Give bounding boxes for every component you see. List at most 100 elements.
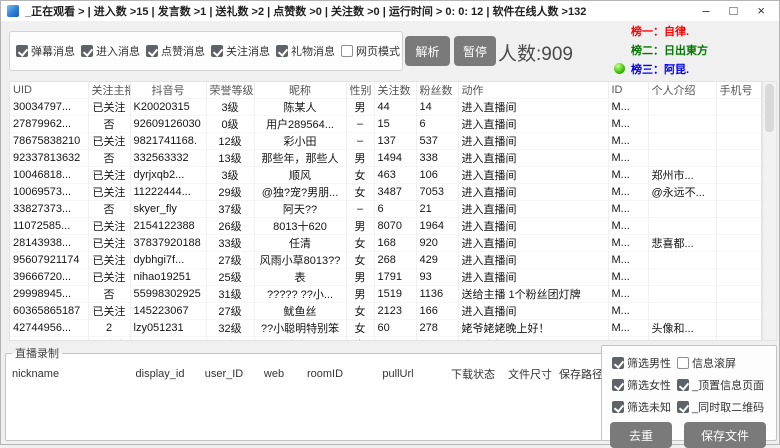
table-cell: 进入直播间 (458, 235, 608, 252)
leaderboard-line: 榜二：日出東方 (631, 40, 708, 59)
record-panel: 直播录制 nicknamedisplay_iduser_IDwebroomIDp… (5, 345, 611, 441)
table-row[interactable]: 78675838210已关注9821741168.12级彩小田–137537进入… (10, 133, 762, 150)
checkbox-box-icon (612, 379, 624, 391)
pause-button[interactable]: 暂停 (454, 36, 496, 66)
table-cell: 60365865187 (10, 303, 88, 320)
table-cell: 106 (416, 167, 458, 184)
parse-button[interactable]: 解析 (405, 36, 450, 66)
record-column-header[interactable]: pullUrl (354, 368, 442, 380)
table-cell: 33级 (206, 235, 254, 252)
column-header[interactable]: 粉丝数 (416, 82, 458, 99)
column-header[interactable]: 荣誉等级 (206, 82, 254, 99)
leaderboard-line: 榜三：阿昆. (631, 59, 708, 78)
checkbox-danmu-messages[interactable]: 弹幕消息 (16, 43, 75, 59)
checkbox-filter-male[interactable]: 筛选男性 (612, 355, 671, 371)
table-cell (716, 167, 762, 184)
column-header[interactable]: ID (608, 82, 648, 99)
table-cell: 1136 (416, 286, 458, 303)
checkbox-filter-female[interactable]: 筛选女性 (612, 377, 671, 393)
column-header[interactable]: 抖音号 (130, 82, 206, 99)
checkbox-like-messages[interactable]: 点赞消息 (146, 43, 205, 59)
table-row[interactable]: 60365865187已关注14522306727级鱿鱼丝女2123166进入直… (10, 303, 762, 320)
checkbox-box-icon (341, 45, 353, 57)
table-cell: 那些年，那些人 (254, 150, 346, 167)
table-row[interactable]: 28143938...已关注3783792018833级任清女168920进入直… (10, 235, 762, 252)
table-row[interactable]: 10069573...已关注11222444...29级@独?宠?男朋...女3… (10, 184, 762, 201)
table-cell: 已关注 (88, 303, 130, 320)
table-row[interactable]: 92337813632否33256333213级那些年，那些人男1494338进… (10, 150, 762, 167)
record-column-header[interactable]: 下载状态 (442, 366, 504, 382)
save-file-button[interactable]: 保存文件 (684, 422, 766, 448)
table-cell: 26级 (206, 218, 254, 235)
column-header[interactable]: 昵称 (254, 82, 346, 99)
table-cell: 3级 (206, 167, 254, 184)
table-cell: 男 (346, 218, 374, 235)
checkbox-qrcode-same-time[interactable]: _同时取二维码 (677, 399, 764, 415)
checkbox-filter-unknown[interactable]: 筛选未知 (612, 399, 671, 415)
table-cell: 44 (374, 99, 416, 116)
table-cell: 55998302925 (130, 286, 206, 303)
table-cell (648, 337, 716, 342)
record-column-header[interactable]: 文件尺寸 (504, 366, 556, 382)
leaderboard-text: 榜三：阿昆. (631, 61, 689, 77)
table-row[interactable]: 10046818...已关注dyrjxqb2...3级顺风女463106进入直播… (10, 167, 762, 184)
table-cell: lzy051231 (130, 320, 206, 337)
table-cell: M... (608, 201, 648, 218)
table-cell: 21 (416, 201, 458, 218)
record-column-header[interactable]: 保存路径 (556, 366, 606, 382)
minimize-icon[interactable]: – (702, 2, 709, 20)
column-header[interactable]: 关注主播 (88, 82, 130, 99)
maximize-icon[interactable]: □ (730, 2, 738, 20)
table-cell: 送给主播 1个粉丝团灯牌 (458, 286, 608, 303)
record-column-header[interactable]: web (252, 368, 296, 380)
table-cell: M... (608, 133, 648, 150)
table-row[interactable]: 53151302180已关注9196900907级倪妮女14223进入直播间M.… (10, 337, 762, 342)
table-cell: M... (608, 184, 648, 201)
table-cell: 女 (346, 184, 374, 201)
table-row[interactable]: 11072585...已关注215412238826级8013十620男8070… (10, 218, 762, 235)
table-scrollbar[interactable] (762, 81, 777, 341)
table-cell: 12级 (206, 133, 254, 150)
checkbox-gift-messages[interactable]: 礼物消息 (276, 43, 335, 59)
table-cell: 7级 (206, 337, 254, 342)
scrollbar-thumb[interactable] (765, 84, 774, 132)
table-cell: 已关注 (88, 252, 130, 269)
record-panel-title: 直播录制 (12, 345, 62, 361)
column-header[interactable]: 性别 (346, 82, 374, 99)
column-header[interactable]: 手机号 (716, 82, 762, 99)
table-row[interactable]: 27879962...否926091260300级用户289564...–156… (10, 116, 762, 133)
checkbox-web-mode[interactable]: 网页模式 (341, 43, 400, 59)
column-header[interactable]: 个人介绍 (648, 82, 716, 99)
record-column-header[interactable]: roomID (296, 368, 354, 380)
table-row[interactable]: 33827373...否skyer_fly37级阿天??–621进入直播间M..… (10, 201, 762, 218)
record-column-header[interactable]: user_ID (196, 368, 252, 380)
checkbox-box-icon (677, 401, 689, 413)
table-row[interactable]: 39666720...已关注nihao1925125级表男179193进入直播间… (10, 269, 762, 286)
table-cell (716, 235, 762, 252)
table-row[interactable]: 42744956...2lzy05123132级??小聪明特别笨女60278姥爷… (10, 320, 762, 337)
table-cell: 8070 (374, 218, 416, 235)
checkbox-follow-messages[interactable]: 关注消息 (211, 43, 270, 59)
column-header[interactable]: UID (10, 82, 88, 99)
table-cell: 9821741168. (130, 133, 206, 150)
record-column-header[interactable]: nickname (12, 368, 124, 380)
table-row[interactable]: 30034797...已关注K200203153级陈某人男4414进入直播间M.… (10, 99, 762, 116)
table-cell: 用户289564... (254, 116, 346, 133)
table-cell: 否 (88, 150, 130, 167)
column-header[interactable]: 关注数 (374, 82, 416, 99)
record-table-headers: nicknamedisplay_iduser_IDwebroomIDpullUr… (6, 361, 610, 382)
column-header[interactable]: 动作 (458, 82, 608, 99)
table-cell: 进入直播间 (458, 303, 608, 320)
app-icon (7, 5, 19, 17)
table-row[interactable]: 95607921174已关注dybhgi7f...27级风雨小草8013??女2… (10, 252, 762, 269)
table-cell: 8013十620 (254, 218, 346, 235)
dedupe-button[interactable]: 去重 (610, 422, 672, 448)
checkbox-pin-info-page[interactable]: _顶置信息页面 (677, 377, 764, 393)
checkbox-enter-messages[interactable]: 进入消息 (81, 43, 140, 59)
table-cell (648, 150, 716, 167)
table-cell: 2154122388 (130, 218, 206, 235)
checkbox-info-scroll[interactable]: 信息滚屏 (677, 355, 764, 371)
table-row[interactable]: 29998945...否5599830292531级????? ??小...男1… (10, 286, 762, 303)
record-column-header[interactable]: display_id (124, 368, 196, 380)
close-icon[interactable]: × (757, 2, 765, 20)
